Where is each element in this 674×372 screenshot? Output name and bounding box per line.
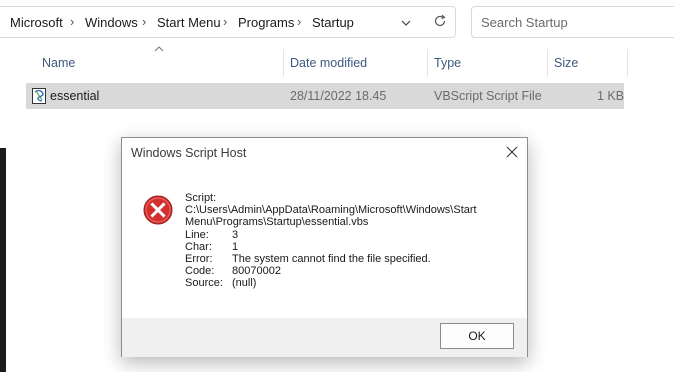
breadcrumb-separator-icon[interactable]: › (223, 14, 227, 29)
breadcrumb-separator-icon[interactable]: › (142, 14, 146, 29)
column-divider[interactable] (627, 49, 628, 77)
address-bar[interactable]: Microsoft › Windows › Start Menu › Progr… (0, 6, 456, 38)
left-edge-divider (0, 148, 6, 372)
column-header-size[interactable]: Size (554, 56, 578, 70)
script-path-line1: C:\Users\Admin\AppData\Roaming\Microsoft… (185, 204, 477, 217)
field-value: 80070002 (232, 265, 281, 278)
search-placeholder: Search Startup (481, 15, 568, 30)
breadcrumb-microsoft[interactable]: Microsoft (10, 15, 63, 30)
breadcrumb-start-menu[interactable]: Start Menu (157, 15, 221, 30)
vbscript-file-icon (32, 88, 46, 104)
script-label: Script: (185, 192, 217, 204)
field-value: 3 (232, 228, 239, 241)
breadcrumb-startup[interactable]: Startup (312, 15, 354, 30)
field-key: Line: (185, 228, 209, 241)
breadcrumb-windows[interactable]: Windows (85, 15, 138, 30)
dialog-footer: OK (122, 318, 527, 357)
field-code: Code: 80070002 (185, 265, 515, 277)
ok-button[interactable]: OK (440, 323, 514, 349)
search-input[interactable]: Search Startup (471, 6, 674, 38)
field-error: Error: The system cannot find the file s… (185, 253, 515, 265)
field-value: (null) (232, 277, 257, 290)
field-key: Code: (185, 265, 215, 278)
column-header-name[interactable]: Name (42, 56, 75, 70)
field-source: Source: (null) (185, 277, 515, 289)
refresh-icon[interactable] (433, 14, 447, 28)
field-value: 1 (232, 240, 239, 253)
field-key: Source: (185, 277, 223, 290)
chevron-down-icon[interactable] (400, 17, 412, 29)
file-name[interactable]: essential (50, 89, 99, 103)
file-row[interactable]: essential 28/11/2022 18.45 VBScript Scri… (26, 83, 624, 109)
column-divider[interactable] (283, 49, 284, 77)
dialog-body: Script: C:\Users\Admin\AppData\Roaming\M… (122, 172, 527, 318)
breadcrumb-separator-icon[interactable]: › (70, 14, 74, 29)
breadcrumb-programs[interactable]: Programs (238, 15, 294, 30)
dialog-title: Windows Script Host (131, 146, 247, 160)
field-key: Error: (185, 253, 213, 266)
error-icon (143, 195, 173, 225)
column-header-type[interactable]: Type (434, 56, 461, 70)
file-date-modified: 28/11/2022 18.45 (290, 89, 387, 103)
sort-ascending-icon (154, 46, 164, 52)
error-message: Script: C:\Users\Admin\AppData\Roaming\M… (185, 192, 515, 290)
column-divider[interactable] (547, 49, 548, 77)
file-size: 1 KB (597, 89, 625, 103)
error-dialog: Windows Script Host Script: C:\Users\Adm… (121, 137, 528, 357)
script-path-line2: Menu\Programs\Startup\essential.vbs (185, 216, 369, 229)
field-key: Char: (185, 240, 212, 253)
field-value: The system cannot find the file specifie… (232, 253, 431, 266)
column-header-date-modified[interactable]: Date modified (290, 56, 367, 70)
field-char: Char: 1 (185, 241, 515, 253)
breadcrumb-separator-icon[interactable]: › (297, 14, 301, 29)
close-icon[interactable] (506, 146, 518, 158)
column-divider[interactable] (427, 49, 428, 77)
field-line: Line: 3 (185, 229, 515, 241)
file-type: VBScript Script File (434, 89, 542, 103)
